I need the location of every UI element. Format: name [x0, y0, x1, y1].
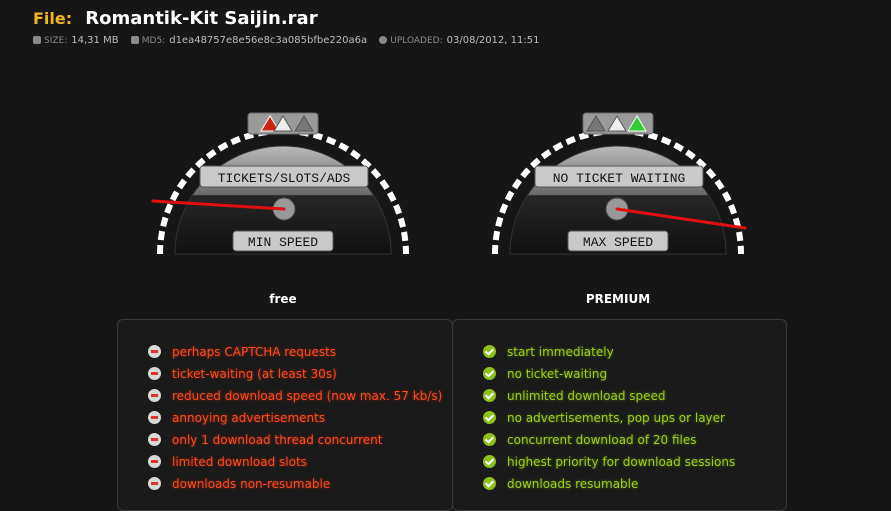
minus-circle-icon	[148, 367, 161, 380]
minus-circle-icon	[148, 455, 161, 468]
free-feature-text: limited download slots	[172, 455, 307, 469]
free-feature-item: limited download slots	[148, 454, 442, 476]
free-feature-item: ticket-waiting (at least 30s)	[148, 366, 442, 388]
free-feature-item: reduced download speed (now max. 57 kb/s…	[148, 388, 442, 410]
premium-top-label: NO TICKET WAITING	[553, 171, 686, 186]
premium-bottom-label: MAX SPEED	[583, 235, 653, 250]
free-feature-text: perhaps CAPTCHA requests	[172, 345, 337, 359]
free-features-panel[interactable]: perhaps CAPTCHA requests ticket-waiting …	[117, 319, 453, 511]
free-top-label: TICKETS/SLOTS/ADS	[218, 171, 351, 186]
premium-feature-item: start immediately	[483, 344, 735, 366]
premium-feature-item: highest priority for download sessions	[483, 454, 735, 476]
free-gauge-svg: TICKETS/SLOTS/ADS MIN SPEED	[151, 112, 409, 255]
file-label: File:	[33, 9, 73, 28]
free-feature-item: only 1 download thread concurrent	[148, 432, 442, 454]
check-circle-icon	[483, 367, 496, 380]
premium-feature-item: downloads resumable	[483, 476, 735, 498]
premium-feature-item: concurrent download of 20 files	[483, 432, 735, 454]
premium-feature-text: start immediately	[507, 345, 614, 359]
size-value: 14,31 MB	[71, 35, 119, 46]
check-circle-icon	[483, 455, 496, 468]
premium-features-panel[interactable]: start immediately no ticket-waiting unli…	[452, 319, 787, 511]
premium-gauge[interactable]: NO TICKET WAITING MAX SPEED	[483, 76, 753, 258]
minus-circle-icon	[148, 411, 161, 424]
free-gauge[interactable]: TICKETS/SLOTS/ADS MIN SPEED	[148, 76, 418, 258]
premium-feature-text: concurrent download of 20 files	[507, 433, 697, 447]
free-feature-text: only 1 download thread concurrent	[172, 433, 383, 447]
free-feature-item: downloads non-resumable	[148, 476, 442, 498]
premium-gauge-svg: NO TICKET WAITING MAX SPEED	[492, 112, 747, 255]
free-bottom-label: MIN SPEED	[248, 235, 318, 250]
free-feature-list: perhaps CAPTCHA requests ticket-waiting …	[148, 344, 442, 498]
premium-feature-item: unlimited download speed	[483, 388, 735, 410]
md5-icon	[130, 36, 139, 44]
md5-value: d1ea48757e8e56e8c3a085bfbe220a6a	[169, 35, 368, 46]
minus-circle-icon	[148, 345, 161, 358]
check-circle-icon	[483, 411, 496, 424]
free-feature-text: ticket-waiting (at least 30s)	[172, 367, 337, 381]
file-header: File: Romantik-Kit Saijin.rar	[33, 8, 318, 29]
free-feature-item: annoying advertisements	[148, 410, 442, 432]
free-feature-text: reduced download speed (now max. 57 kb/s…	[172, 389, 443, 403]
premium-plan-label: PREMIUM	[585, 292, 651, 306]
premium-feature-text: highest priority for download sessions	[507, 455, 736, 469]
check-circle-icon	[483, 433, 496, 446]
clock-icon	[379, 36, 388, 44]
check-circle-icon	[483, 477, 496, 490]
free-feature-text: annoying advertisements	[172, 411, 326, 425]
minus-circle-icon	[148, 477, 161, 490]
file-name: Romantik-Kit Saijin.rar	[85, 8, 318, 29]
free-feature-item: perhaps CAPTCHA requests	[148, 344, 442, 366]
premium-feature-text: downloads resumable	[507, 477, 639, 491]
minus-circle-icon	[148, 389, 161, 402]
md5-key: MD5:	[141, 36, 166, 46]
premium-feature-text: no advertisements, pop ups or layer	[507, 411, 725, 425]
size-icon	[33, 36, 41, 44]
file-meta: SIZE: 14,31 MB MD5: d1ea48757e8e56e8c3a085…	[33, 35, 548, 46]
check-circle-icon	[483, 345, 496, 358]
premium-feature-list: start immediately no ticket-waiting unli…	[483, 344, 735, 498]
premium-feature-item: no ticket-waiting	[483, 366, 735, 388]
minus-circle-icon	[148, 433, 161, 446]
premium-feature-item: no advertisements, pop ups or layer	[483, 410, 735, 432]
check-circle-icon	[483, 389, 496, 402]
uploaded-key: UPLOADED:	[390, 36, 443, 46]
premium-feature-text: unlimited download speed	[507, 389, 666, 403]
free-plan-label: free	[269, 292, 297, 306]
uploaded-value: 03/08/2012, 11:51	[446, 35, 540, 46]
size-key: SIZE:	[44, 36, 68, 46]
premium-feature-text: no ticket-waiting	[507, 367, 608, 381]
free-feature-text: downloads non-resumable	[172, 477, 331, 491]
